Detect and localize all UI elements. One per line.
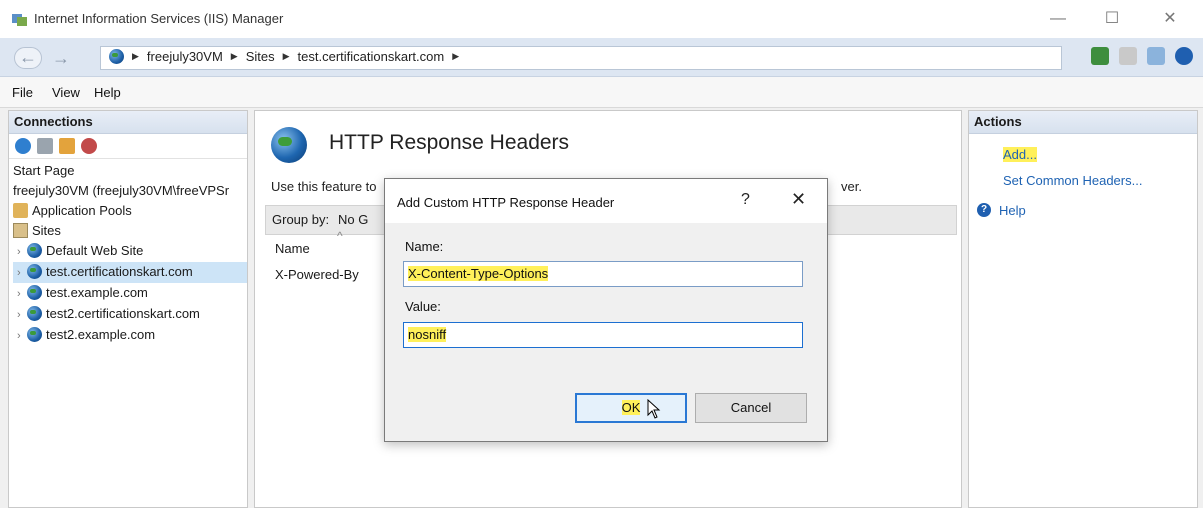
globe-icon <box>109 49 124 64</box>
chevron-right-icon[interactable]: › <box>17 326 27 346</box>
refresh-icon[interactable] <box>1091 47 1109 65</box>
connections-header: Connections <box>9 111 247 134</box>
chevron-right-icon: ▶ <box>230 51 238 61</box>
feature-description-end: ver. <box>841 179 862 194</box>
value-field[interactable]: nosniff <box>403 322 803 348</box>
tree-site-item[interactable]: › test2.example.com <box>13 325 247 346</box>
connections-toolbar <box>9 134 247 159</box>
help-dropdown-icon[interactable] <box>1175 47 1193 65</box>
dialog-titlebar: Add Custom HTTP Response Header ? ✕ <box>385 179 827 223</box>
tree-sites[interactable]: Sites <box>13 221 247 241</box>
actions-header: Actions <box>969 111 1197 134</box>
name-field-value: X-Content-Type-Options <box>408 266 549 281</box>
tree-site-item[interactable]: › test.example.com <box>13 283 247 304</box>
globe-icon <box>27 306 42 321</box>
add-header-link[interactable]: Add... <box>1003 147 1037 162</box>
dialog-help-button[interactable]: ? <box>741 191 750 209</box>
address-bar: ← → ▶ freejuly30VM ▶ Sites ▶ test.certif… <box>0 38 1203 77</box>
globe-icon <box>27 243 42 258</box>
tree-server[interactable]: freejuly30VM (freejuly30VM\freeVPSr <box>13 181 247 201</box>
globe-icon <box>27 327 42 342</box>
tree-site-item[interactable]: › Default Web Site <box>13 241 247 262</box>
globe-icon <box>27 264 42 279</box>
crumb-site[interactable]: test.certificationskart.com <box>298 49 445 64</box>
tree-app-pools[interactable]: Application Pools <box>13 201 247 221</box>
table-row[interactable]: X-Powered-By <box>275 267 359 282</box>
cancel-button[interactable]: Cancel <box>695 393 807 423</box>
name-label: Name: <box>405 239 444 254</box>
actions-pane: Actions Add... Set Common Headers... ? H… <box>968 110 1198 508</box>
menu-file[interactable]: File <box>12 85 33 100</box>
ok-button[interactable]: OK <box>575 393 687 423</box>
folder-icon <box>13 223 28 238</box>
chevron-right-icon[interactable]: › <box>17 242 27 262</box>
globe-icon <box>27 285 42 300</box>
home-icon[interactable] <box>1147 47 1165 65</box>
http-headers-icon <box>271 127 307 163</box>
menu-bar: File View Help <box>0 77 1203 108</box>
chevron-right-icon[interactable]: › <box>17 263 27 283</box>
value-field-value: nosniff <box>408 327 447 342</box>
menu-help[interactable]: Help <box>94 85 121 100</box>
tree-site-item-selected[interactable]: › test.certificationskart.com <box>13 262 247 283</box>
add-header-dialog: Add Custom HTTP Response Header ? ✕ Name… <box>384 178 828 442</box>
disconnect-icon[interactable] <box>81 138 97 154</box>
menu-view[interactable]: View <box>52 85 80 100</box>
connections-pane: Connections Start Page freejuly30VM (fre… <box>8 110 248 508</box>
dialog-close-button[interactable]: ✕ <box>791 189 806 210</box>
help-link[interactable]: Help <box>999 203 1026 218</box>
minimize-button[interactable]: — <box>1038 6 1078 32</box>
app-pools-icon <box>13 203 28 218</box>
set-common-headers-link[interactable]: Set Common Headers... <box>1003 173 1142 188</box>
sort-caret-icon: ^ <box>337 229 343 243</box>
connections-tree: Start Page freejuly30VM (freejuly30VM\fr… <box>9 159 247 346</box>
group-by-label: Group by: <box>272 212 330 227</box>
name-field[interactable]: X-Content-Type-Options <box>403 261 803 287</box>
save-icon[interactable] <box>37 138 53 154</box>
mouse-cursor-icon <box>647 399 661 419</box>
crumb-sites[interactable]: Sites <box>246 49 275 64</box>
tree-site-item[interactable]: › test2.certificationskart.com <box>13 304 247 325</box>
close-window-button[interactable]: ✕ <box>1150 6 1190 32</box>
chevron-right-icon[interactable]: › <box>17 284 27 304</box>
back-button[interactable]: ← <box>14 47 42 69</box>
chevron-right-icon[interactable]: ▶ <box>452 51 459 62</box>
window-title: Internet Information Services (IIS) Mana… <box>34 11 284 26</box>
iis-app-icon <box>12 14 27 26</box>
chevron-right-icon[interactable]: › <box>17 305 27 325</box>
forward-button[interactable]: → <box>48 47 74 69</box>
stop-icon[interactable] <box>1119 47 1137 65</box>
breadcrumb[interactable]: ▶ freejuly30VM ▶ Sites ▶ test.certificat… <box>100 46 1062 70</box>
feature-description: Use this feature to <box>271 179 377 194</box>
column-header-name[interactable]: Name <box>275 241 310 256</box>
group-by-select[interactable]: No G <box>338 212 368 227</box>
page-title: HTTP Response Headers <box>329 131 570 154</box>
ok-button-label: OK <box>621 400 641 415</box>
up-level-icon[interactable] <box>59 138 75 154</box>
connect-icon[interactable] <box>15 138 31 154</box>
crumb-server[interactable]: freejuly30VM <box>147 49 223 64</box>
window-titlebar: Internet Information Services (IIS) Mana… <box>0 0 1203 38</box>
chevron-right-icon: ▶ <box>132 51 139 61</box>
value-label: Value: <box>405 299 441 314</box>
tree-start-page[interactable]: Start Page <box>13 161 247 181</box>
help-icon: ? <box>977 203 991 217</box>
chevron-right-icon: ▶ <box>282 51 290 61</box>
maximize-button[interactable]: ☐ <box>1092 6 1132 32</box>
dialog-title: Add Custom HTTP Response Header <box>397 195 615 210</box>
